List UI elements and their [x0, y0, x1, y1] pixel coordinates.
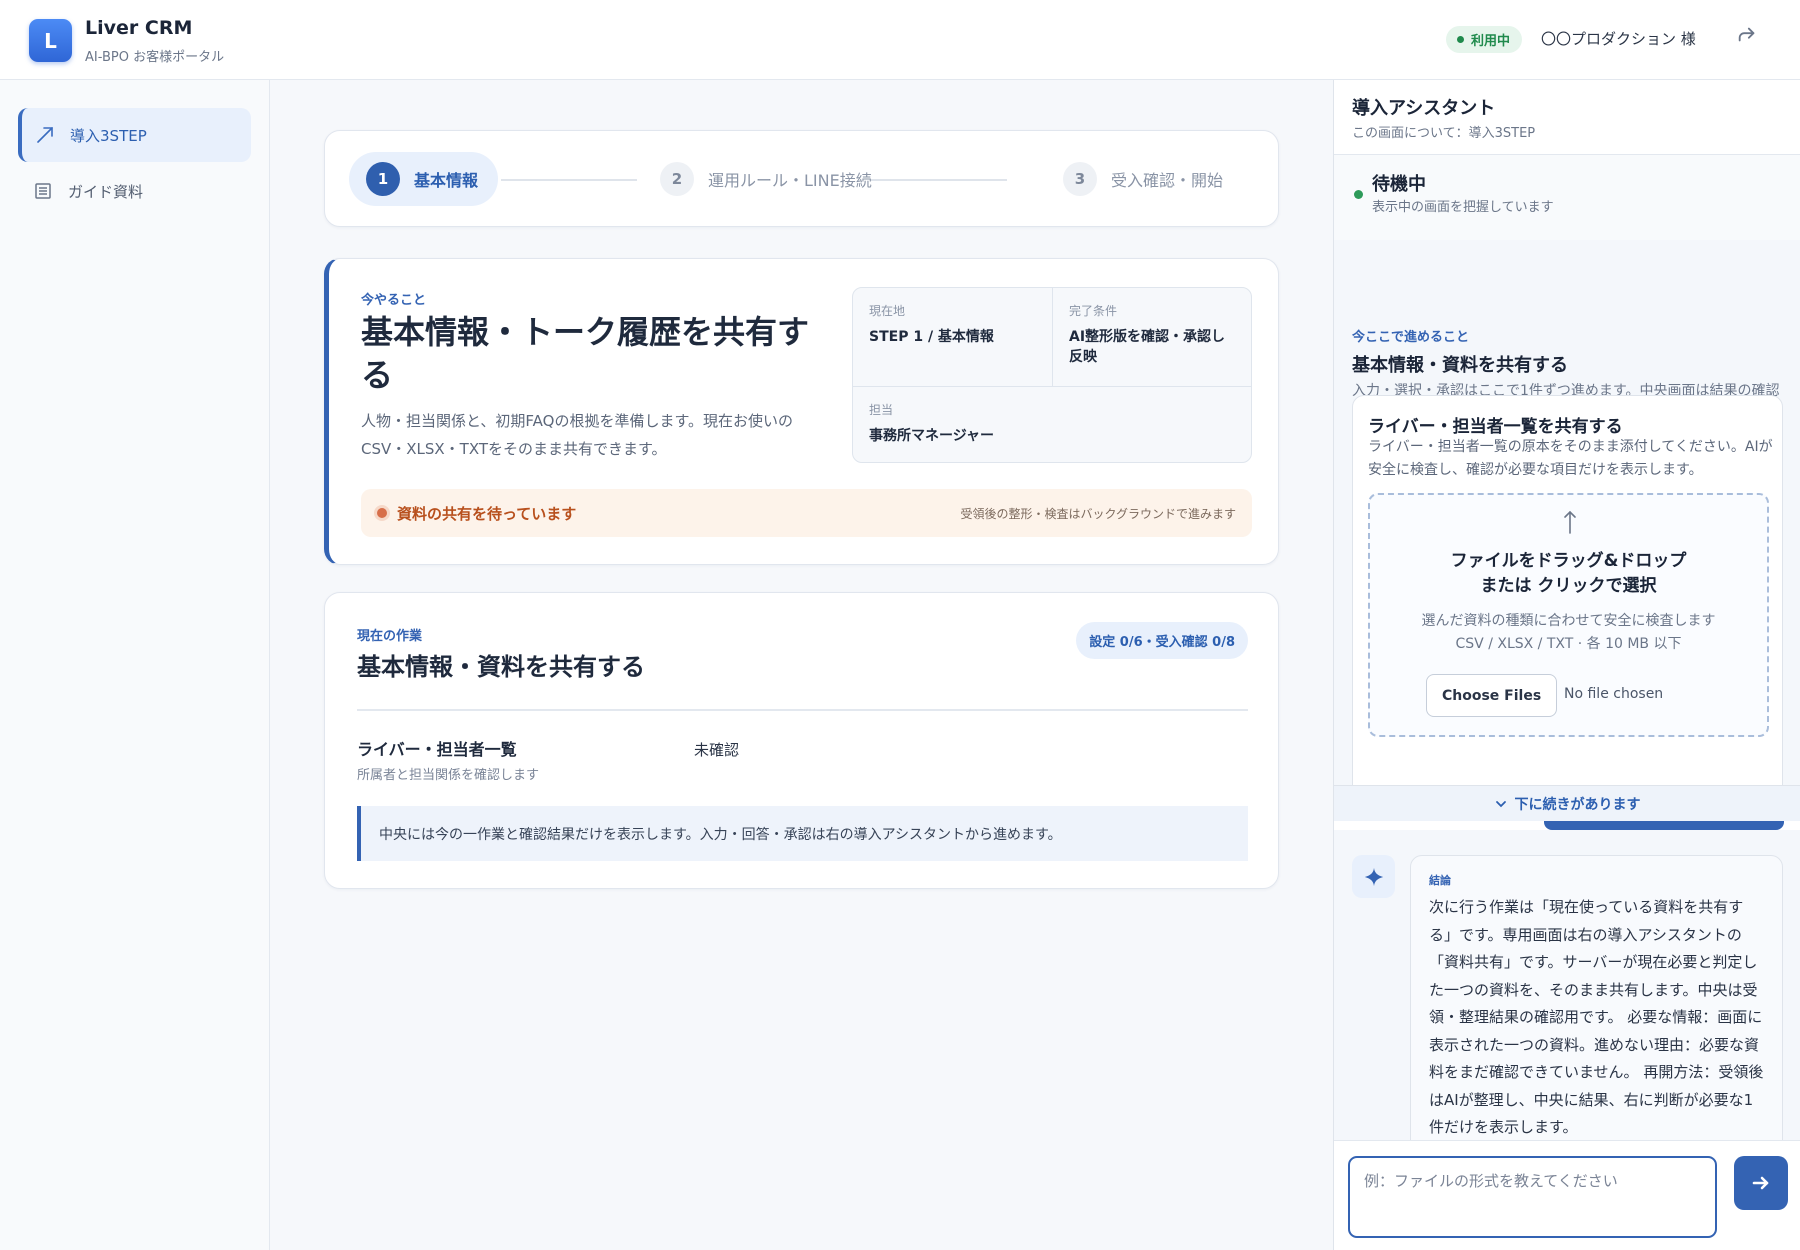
waiting-text: 資料の共有を待っています	[397, 504, 577, 523]
no-file-text: No file chosen	[1564, 686, 1664, 702]
meta-value: 事務所マネージャー	[869, 428, 995, 444]
file-dropzone[interactable]: ファイルをドラッグ&ドロップ または クリックで選択 選んだ資料の種類に合わせて…	[1368, 493, 1769, 737]
more-below-label: 下に続きがあります	[1514, 796, 1641, 813]
divider	[357, 709, 1248, 711]
assistant-panel: 導入アシスタント この画面について：導入3STEP 待機中 表示中の画面を把握し…	[1333, 80, 1800, 1250]
step-label: 運用ルール・LINE接続	[708, 171, 872, 190]
meta-location: 現在地 STEP 1 / 基本情報	[853, 288, 1052, 361]
dropzone-line1: ファイルをドラッグ&ドロップ	[1450, 551, 1687, 571]
app-logo: L	[29, 19, 72, 62]
chat-input[interactable]	[1348, 1156, 1717, 1238]
chevron-down-icon	[1495, 800, 1506, 807]
guide-title: 基本情報・資料を共有する	[1352, 355, 1568, 376]
work-eyebrow: 現在の作業	[357, 629, 423, 644]
work-item-title: ライバー・担当者一覧	[357, 740, 517, 759]
scroll-more-indicator[interactable]: 下に続きがあります	[1334, 785, 1800, 821]
work-item-status: 未確認	[694, 741, 740, 759]
send-button[interactable]	[1734, 1156, 1788, 1210]
bubble-text: 次に行う作業は「現在使っている資料を共有する」です。専用画面は右の導入アシスタン…	[1429, 898, 1764, 1136]
assistant-subtitle: この画面について：導入3STEP	[1352, 126, 1536, 141]
app-title: Liver CRM	[85, 17, 193, 39]
meta-label: 完了条件	[1069, 304, 1118, 318]
assistant-title: 導入アシスタント	[1352, 98, 1496, 119]
hidden-button-edge	[1544, 821, 1784, 830]
sidebar-item-label: ガイド資料	[68, 182, 144, 201]
chat-area: 結論 次に行う作業は「現在使っている資料を共有する」です。専用画面は右の導入アシ…	[1334, 830, 1800, 1190]
app-header: L Liver CRM AI-BPO お客様ポータル 利用中 〇〇プロダクション…	[0, 0, 1800, 80]
step-label: 基本情報	[414, 171, 479, 190]
choose-files-button[interactable]: Choose Files	[1426, 674, 1558, 717]
logout-arrow-icon[interactable]	[1736, 24, 1758, 46]
upload-description: ライバー・担当者一覧の原本をそのまま添付してください。AIが安全に検査し、確認が…	[1368, 439, 1773, 478]
sidebar-item-guide[interactable]: ガイド資料	[18, 164, 251, 218]
standby-dot-icon	[1354, 190, 1363, 199]
dropzone-title: ファイルをドラッグ&ドロップ または クリックで選択	[1370, 549, 1767, 599]
sidebar-item-label: 導入3STEP	[70, 126, 147, 145]
current-task-card: 今やること 基本情報・トーク履歴を共有する 人物・担当関係と、初期FAQの根拠を…	[324, 258, 1279, 565]
work-title: 基本情報・資料を共有する	[357, 653, 645, 681]
meta-value: AI整形版を確認・承認し反映	[1069, 329, 1226, 365]
task-description: 人物・担当関係と、初期FAQの根拠を準備します。現在お使いのCSV・XLSX・T…	[361, 412, 793, 458]
step-number: 3	[1063, 162, 1097, 196]
task-title: 基本情報・トーク履歴を共有する	[361, 313, 810, 394]
step-connector	[871, 179, 1007, 181]
step-label: 受入確認・開始	[1111, 171, 1224, 190]
guide-eyebrow: 今ここで進めること	[1352, 330, 1470, 345]
dropzone-hint2: CSV / XLSX / TXT · 各 10 MB 以下	[1455, 636, 1682, 652]
step-number: 2	[660, 162, 694, 196]
dropzone-hint1: 選んだ資料の種類に合わせて安全に検査します	[1421, 613, 1716, 629]
sparkle-icon	[1364, 867, 1383, 886]
status-badge-label: 利用中	[1471, 34, 1511, 49]
upload-title: ライバー・担当者一覧を共有する	[1368, 417, 1623, 437]
waiting-dot-icon	[377, 508, 387, 518]
step-1[interactable]: 1 基本情報	[349, 152, 499, 206]
trend-arrow-icon	[34, 124, 56, 146]
current-work-card: 現在の作業 基本情報・資料を共有する 設定 0/6・受入確認 0/8 ライバー・…	[324, 592, 1279, 889]
sidebar: 導入3STEP ガイド資料	[0, 80, 270, 1250]
standby-subtitle: 表示中の画面を把握しています	[1372, 200, 1554, 215]
step-3[interactable]: 3 受入確認・開始	[1063, 152, 1223, 206]
meta-done-condition: 完了条件 AI整形版を確認・承認し反映	[1053, 288, 1251, 381]
bubble-label: 結論	[1429, 874, 1451, 887]
waiting-banner: 資料の共有を待っています 受領後の整形・検査はバックグラウンドで進みます	[361, 489, 1252, 537]
waiting-note: 受領後の整形・検査はバックグラウンドで進みます	[960, 506, 1236, 521]
upload-card: ライバー・担当者一覧を共有する ライバー・担当者一覧の原本をそのまま添付してくだ…	[1352, 395, 1783, 815]
meta-label: 現在地	[869, 304, 906, 318]
send-arrow-icon	[1752, 1176, 1769, 1190]
dropzone-line2: または クリックで選択	[1480, 576, 1657, 596]
status-dot-icon	[1457, 36, 1464, 43]
standby-title: 待機中	[1372, 174, 1426, 195]
step-connector	[501, 179, 637, 181]
document-icon	[32, 180, 54, 202]
status-badge: 利用中	[1446, 26, 1523, 53]
ai-avatar	[1352, 855, 1395, 898]
sidebar-item-intro-3step[interactable]: 導入3STEP	[18, 108, 251, 162]
progress-badge: 設定 0/6・受入確認 0/8	[1076, 622, 1248, 659]
meta-value: STEP 1 / 基本情報	[869, 329, 994, 345]
work-item-subtitle: 所属者と担当関係を確認します	[357, 768, 540, 783]
upload-arrow-icon	[1564, 510, 1576, 534]
customer-name: 〇〇プロダクション 様	[1541, 30, 1696, 48]
task-eyebrow: 今やること	[361, 293, 427, 308]
dropzone-hint: 選んだ資料の種類に合わせて安全に検査します CSV / XLSX / TXT ·…	[1370, 610, 1767, 656]
meta-owner: 担当 事務所マネージャー	[853, 387, 1251, 460]
app-subtitle: AI-BPO お客様ポータル	[85, 50, 225, 65]
step-number: 1	[366, 162, 400, 196]
task-meta-grid: 現在地 STEP 1 / 基本情報 完了条件 AI整形版を確認・承認し反映 担当…	[852, 287, 1252, 463]
chat-composer	[1334, 1140, 1800, 1250]
info-note: 中央には今の一作業と確認結果だけを表示します。入力・回答・承認は右の導入アシスタ…	[357, 806, 1248, 861]
step-2[interactable]: 2 運用ルール・LINE接続	[660, 152, 872, 206]
step-progress: 1 基本情報 2 運用ルール・LINE接続 3 受入確認・開始	[324, 130, 1279, 227]
meta-label: 担当	[869, 403, 894, 417]
